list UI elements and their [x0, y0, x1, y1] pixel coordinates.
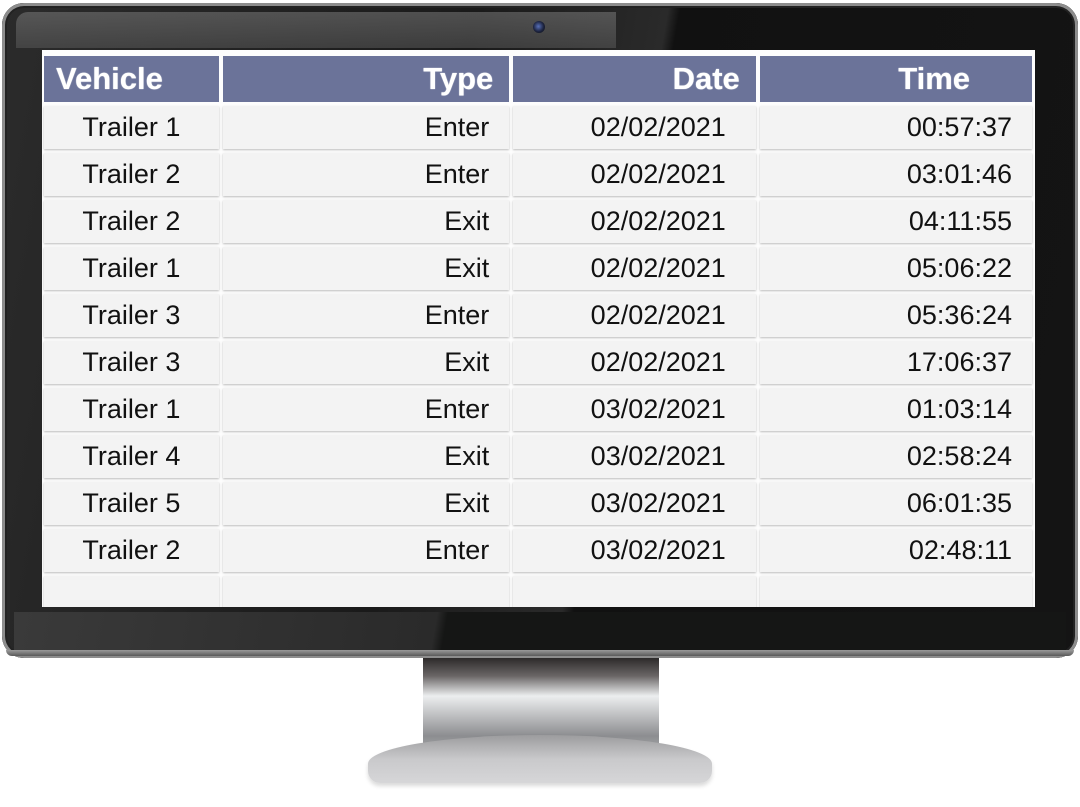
- date-cell: 03/02/2021: [513, 529, 756, 572]
- table-row[interactable]: Trailer 2 Enter 03/02/2021 02:48:11: [44, 529, 1032, 572]
- type-cell: Enter: [222, 388, 510, 431]
- vehicle-cell: Trailer 5: [44, 482, 219, 525]
- date-cell: 03/02/2021: [513, 435, 756, 478]
- table-row[interactable]: Trailer 1 Enter 02/02/2021 00:57:37: [44, 106, 1032, 149]
- webcam-icon: [533, 21, 545, 33]
- date-cell: 02/02/2021: [513, 200, 756, 243]
- table-row[interactable]: Trailer 4 Exit 03/02/2021 02:58:24: [44, 435, 1032, 478]
- date-cell: [513, 576, 756, 607]
- time-cell: 01:03:14: [759, 388, 1032, 431]
- monitor-screen: Vehicle Type Date Time Trailer 1 Enter 02/…: [42, 50, 1035, 607]
- type-cell: Exit: [222, 200, 510, 243]
- type-cell: Enter: [222, 294, 510, 337]
- date-cell: 02/02/2021: [513, 341, 756, 384]
- vehicle-cell: Trailer 2: [44, 200, 219, 243]
- time-cell: [759, 576, 1032, 607]
- table-row[interactable]: Trailer 3 Exit 02/02/2021 17:06:37: [44, 341, 1032, 384]
- monitor-stand-base: [368, 735, 712, 783]
- date-cell: 03/02/2021: [513, 388, 756, 431]
- monitor-bottom-edge: [6, 650, 1074, 656]
- vehicle-cell: Trailer 2: [44, 529, 219, 572]
- column-header-type[interactable]: Type: [222, 56, 510, 102]
- vehicle-cell: [44, 576, 219, 607]
- date-cell: 03/02/2021: [513, 482, 756, 525]
- type-cell: Exit: [222, 247, 510, 290]
- type-cell: Enter: [222, 529, 510, 572]
- date-cell: 02/02/2021: [513, 153, 756, 196]
- time-cell: 17:06:37: [759, 341, 1032, 384]
- type-cell: [222, 576, 510, 607]
- date-cell: 02/02/2021: [513, 294, 756, 337]
- vehicle-log-table: Vehicle Type Date Time Trailer 1 Enter 02/…: [42, 52, 1035, 607]
- table-header-row: Vehicle Type Date Time: [44, 56, 1032, 102]
- type-cell: Exit: [222, 435, 510, 478]
- vehicle-cell: Trailer 4: [44, 435, 219, 478]
- vehicle-cell: Trailer 3: [44, 294, 219, 337]
- vehicle-cell: Trailer 1: [44, 247, 219, 290]
- time-cell: 04:11:55: [759, 200, 1032, 243]
- type-cell: Exit: [222, 482, 510, 525]
- table-row[interactable]: Trailer 5 Exit 03/02/2021 06:01:35: [44, 482, 1032, 525]
- time-cell: 00:57:37: [759, 106, 1032, 149]
- date-cell: 02/02/2021: [513, 247, 756, 290]
- type-cell: Enter: [222, 106, 510, 149]
- time-cell: 05:36:24: [759, 294, 1032, 337]
- date-cell: 02/02/2021: [513, 106, 756, 149]
- table-row[interactable]: Trailer 1 Exit 02/02/2021 05:06:22: [44, 247, 1032, 290]
- vehicle-cell: Trailer 3: [44, 341, 219, 384]
- type-cell: Exit: [222, 341, 510, 384]
- time-cell: 03:01:46: [759, 153, 1032, 196]
- column-header-time[interactable]: Time: [759, 56, 1032, 102]
- table-row[interactable]: Trailer 1 Enter 03/02/2021 01:03:14: [44, 388, 1032, 431]
- time-cell: 06:01:35: [759, 482, 1032, 525]
- bezel-gloss: [16, 12, 616, 48]
- vehicle-cell: Trailer 1: [44, 388, 219, 431]
- column-header-vehicle[interactable]: Vehicle: [44, 56, 219, 102]
- table-row[interactable]: Trailer 3 Enter 02/02/2021 05:36:24: [44, 294, 1032, 337]
- vehicle-cell: Trailer 1: [44, 106, 219, 149]
- column-header-date[interactable]: Date: [513, 56, 756, 102]
- vehicle-cell: Trailer 2: [44, 153, 219, 196]
- table-row[interactable]: Trailer 2 Exit 02/02/2021 04:11:55: [44, 200, 1032, 243]
- table-row[interactable]: [44, 576, 1032, 607]
- monitor-chin: [14, 612, 1066, 650]
- table-row[interactable]: Trailer 2 Enter 02/02/2021 03:01:46: [44, 153, 1032, 196]
- time-cell: 05:06:22: [759, 247, 1032, 290]
- type-cell: Enter: [222, 153, 510, 196]
- time-cell: 02:58:24: [759, 435, 1032, 478]
- time-cell: 02:48:11: [759, 529, 1032, 572]
